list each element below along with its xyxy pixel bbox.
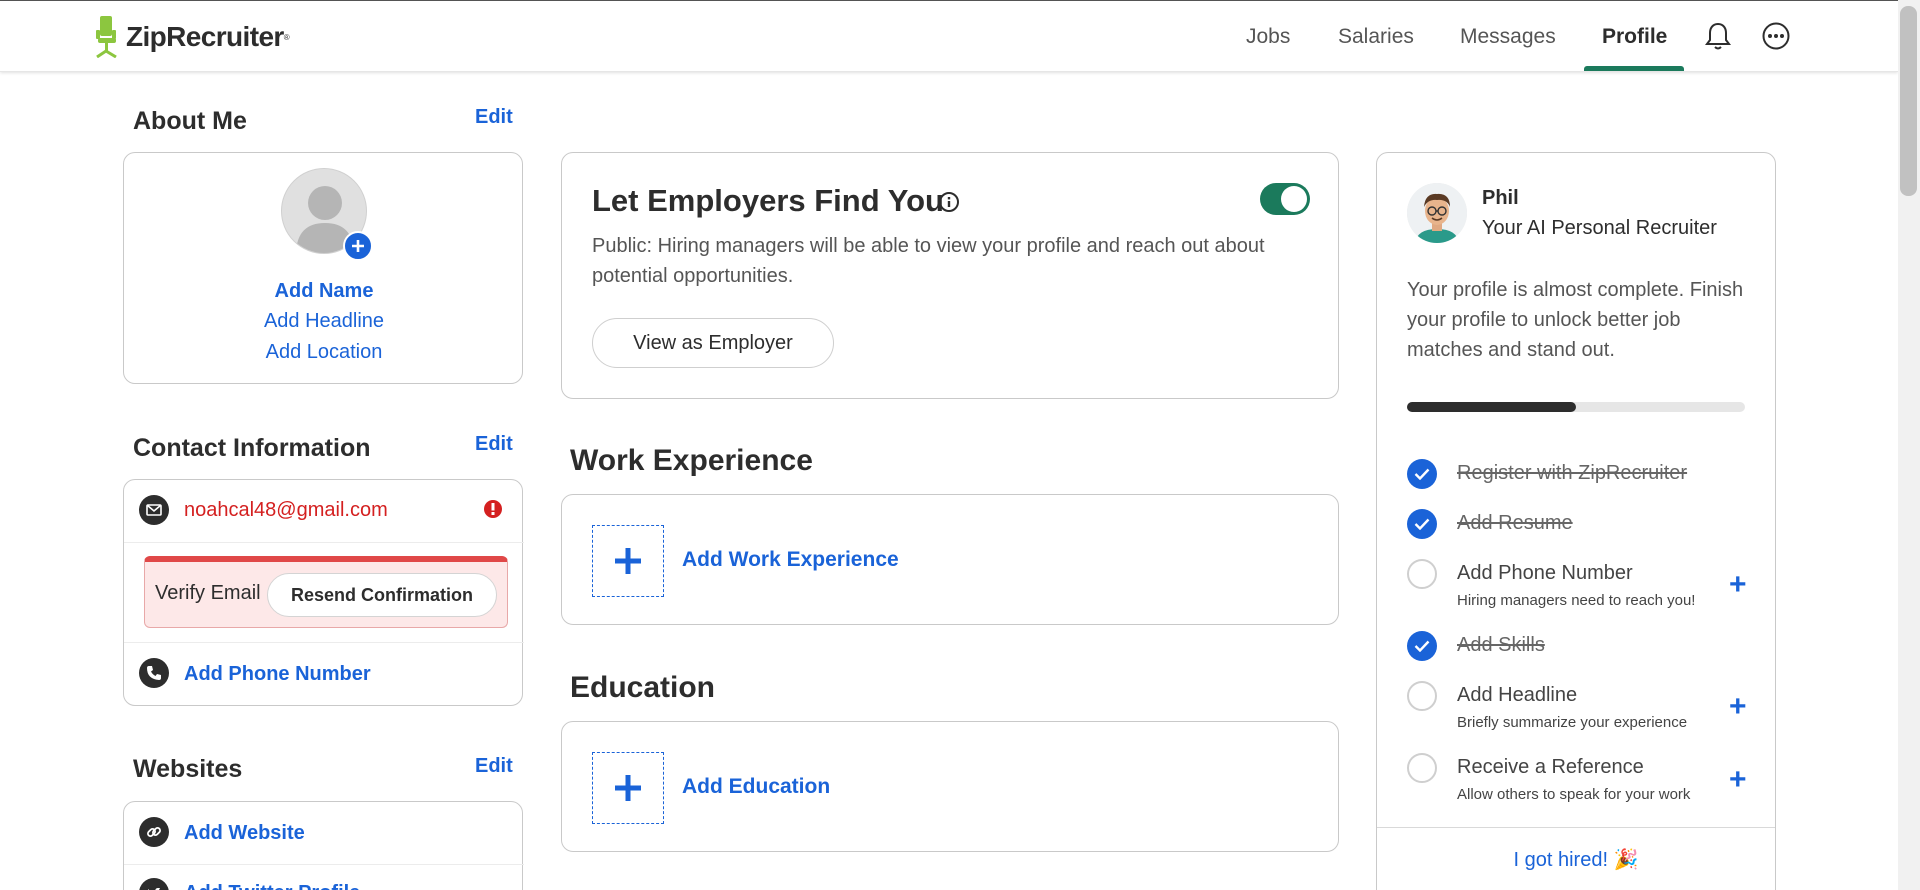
notifications-bell-icon[interactable] [1702, 20, 1734, 52]
email-unverified-alert-icon [484, 500, 502, 518]
task-incomplete-circle-icon [1407, 681, 1437, 711]
task-title: Add Skills [1457, 634, 1545, 656]
task-title: Add Resume [1457, 512, 1573, 534]
info-icon[interactable] [939, 192, 959, 212]
active-nav-indicator [1584, 66, 1684, 71]
toggle-knob [1281, 186, 1307, 212]
task-subtitle: Briefly summarize your experience [1457, 714, 1688, 731]
add-work-experience-link[interactable]: Add Work Experience [682, 548, 899, 572]
add-website-link[interactable]: Add Website [184, 822, 305, 845]
view-as-employer-button[interactable]: View as Employer [592, 318, 834, 368]
receive-reference-task-plus-icon[interactable]: + [1729, 765, 1747, 795]
row-divider [124, 642, 524, 643]
education-card: Add Education [561, 721, 1339, 852]
add-work-experience-plus-icon[interactable] [592, 525, 664, 597]
resend-confirmation-button[interactable]: Resend Confirmation [267, 573, 497, 617]
chair-logo-icon [96, 16, 117, 58]
profile-progress-bar [1407, 402, 1745, 412]
brand-name: ZipRecruiter [126, 21, 284, 52]
task-incomplete-circle-icon [1407, 559, 1437, 589]
visibility-description: Public: Hiring managers will be able to … [592, 235, 1265, 287]
ziprecruiter-logo[interactable]: ZipRecruiter ® [94, 16, 290, 58]
task-completed-check-icon [1407, 459, 1437, 489]
email-icon [139, 495, 169, 525]
top-navigation-bar: ZipRecruiter ® Jobs Salaries Messages Pro… [0, 1, 1898, 72]
nav-profile[interactable]: Profile [1602, 25, 1667, 49]
recruiter-role: Your AI Personal Recruiter [1482, 217, 1717, 239]
task-subtitle: Allow others to speak for your work [1457, 786, 1691, 803]
scrollbar-thumb[interactable] [1900, 6, 1917, 196]
i-got-hired-link[interactable]: I got hired! 🎉 [1377, 847, 1775, 872]
add-headline-task-plus-icon[interactable]: + [1729, 692, 1747, 722]
add-headline-link[interactable]: Add Headline [124, 310, 524, 333]
education-title: Education [570, 671, 716, 704]
ai-recruiter-panel: Phil Your AI Personal Recruiter Your pro… [1376, 152, 1776, 890]
about-me-edit-link[interactable]: Edit [475, 106, 513, 129]
nav-messages[interactable]: Messages [1460, 25, 1556, 49]
about-me-title: About Me [133, 107, 247, 135]
task-title[interactable]: Add Phone Number [1457, 562, 1633, 585]
add-phone-number-link[interactable]: Add Phone Number [184, 663, 371, 686]
nav-salaries[interactable]: Salaries [1338, 25, 1414, 49]
employer-visibility-card: Let Employers Find You Public: Hiring ma… [561, 152, 1339, 399]
task-completed-check-icon [1407, 509, 1437, 539]
contact-info-edit-link[interactable]: Edit [475, 433, 513, 456]
task-title: Register with ZipRecruiter [1457, 462, 1688, 484]
nav-jobs[interactable]: Jobs [1246, 25, 1290, 49]
visibility-title: Let Employers Find You [592, 183, 944, 218]
panel-divider [1377, 827, 1775, 828]
task-title[interactable]: Add Headline [1457, 684, 1577, 707]
recruiter-message: Your profile is almost complete. Finish … [1407, 279, 1744, 361]
visibility-toggle[interactable] [1260, 183, 1310, 215]
task-subtitle: Hiring managers need to reach you! [1457, 592, 1696, 609]
verify-email-banner: Verify Email Resend Confirmation [144, 556, 508, 628]
registered-mark: ® [283, 32, 290, 42]
phone-icon [139, 658, 169, 688]
add-twitter-profile-link[interactable]: Add Twitter Profile [184, 882, 360, 890]
add-location-link[interactable]: Add Location [124, 341, 524, 364]
recruiter-name: Phil [1482, 187, 1519, 209]
contact-info-title: Contact Information [133, 434, 371, 462]
websites-card: Add Website Add Twitter Profile [123, 801, 524, 890]
about-me-card: Add Name Add Headline Add Location [123, 152, 523, 384]
add-education-plus-icon[interactable] [592, 752, 664, 824]
work-experience-title: Work Experience [570, 444, 813, 477]
task-title[interactable]: Receive a Reference [1457, 756, 1644, 779]
row-divider [124, 864, 524, 865]
websites-edit-link[interactable]: Edit [475, 755, 513, 778]
contact-info-card: noahcal48@gmail.com Verify Email Resend … [123, 479, 524, 706]
add-name-link[interactable]: Add Name [124, 280, 524, 303]
email-address: noahcal48@gmail.com [184, 499, 388, 521]
recruiter-avatar [1407, 183, 1467, 243]
row-divider [124, 542, 524, 543]
link-icon [139, 817, 169, 847]
more-options-icon[interactable] [1760, 20, 1792, 52]
work-experience-card: Add Work Experience [561, 494, 1339, 625]
profile-progress-fill [1407, 402, 1576, 412]
twitter-icon [139, 878, 169, 890]
add-phone-task-plus-icon[interactable]: + [1729, 570, 1747, 600]
websites-title: Websites [133, 755, 243, 783]
task-completed-check-icon [1407, 631, 1437, 661]
task-incomplete-circle-icon [1407, 753, 1437, 783]
add-photo-icon[interactable] [343, 231, 373, 261]
add-education-link[interactable]: Add Education [682, 775, 830, 799]
verify-email-label: Verify Email [155, 582, 261, 604]
